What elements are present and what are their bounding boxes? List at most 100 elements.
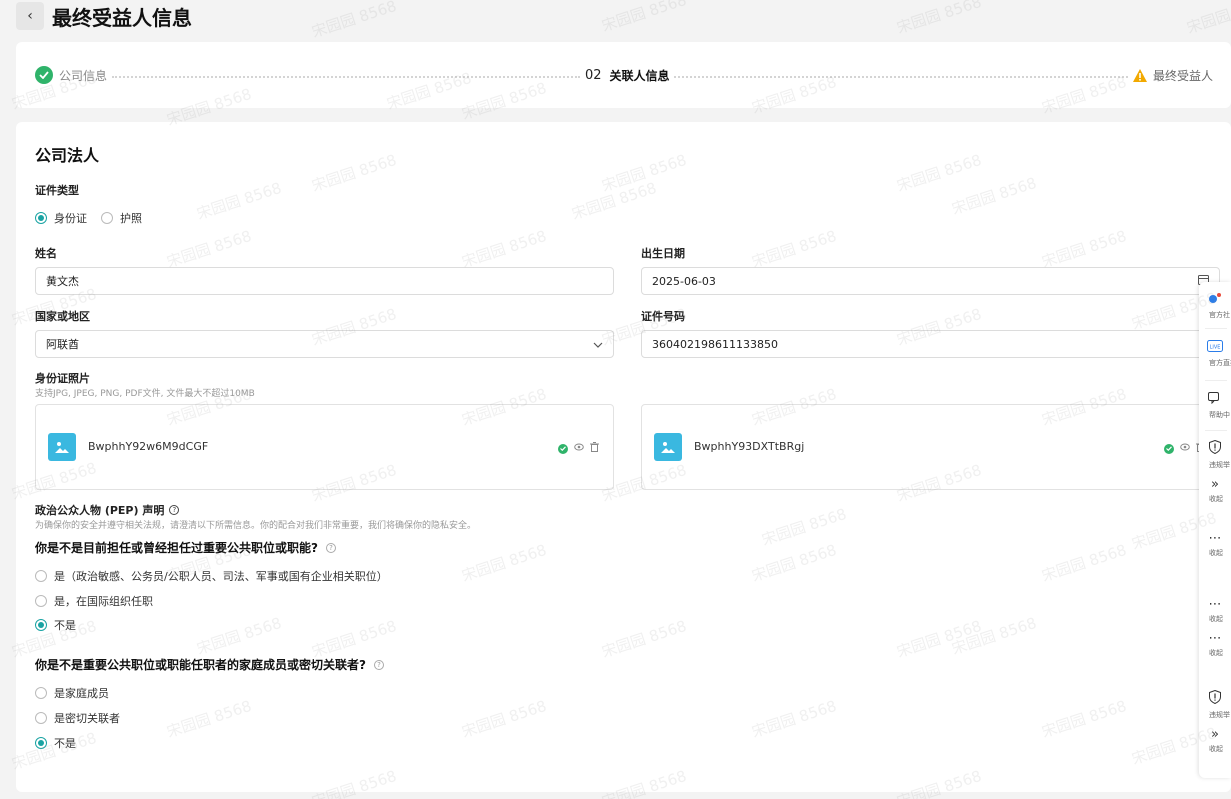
pep-q2-option-associate[interactable]: 是密切关联者	[35, 710, 120, 726]
success-icon	[1164, 443, 1174, 454]
pep-q1-option-yes-intl[interactable]: 是，在国际组织任职	[35, 593, 153, 609]
pep-q2-option-family[interactable]: 是家庭成员	[35, 685, 109, 701]
step-beneficial-owner[interactable]: 最终受益人	[1133, 67, 1213, 84]
step-label: 公司信息	[59, 68, 108, 83]
side-item-label: 帮助中	[1209, 411, 1230, 419]
country-label: 国家或地区	[35, 310, 90, 323]
step-number: 02	[585, 68, 602, 83]
help-icon[interactable]: ?	[325, 542, 336, 553]
file-name: BwphhY93DXTtBRgj	[694, 440, 805, 453]
side-item-live[interactable]: LIVE 官方直播	[1199, 340, 1231, 368]
option-label: 身份证	[54, 212, 87, 225]
side-item-collapse[interactable]: » 收起	[1199, 728, 1231, 754]
radio-checked-icon	[35, 737, 47, 749]
page-title: 最终受益人信息	[52, 5, 192, 30]
radio-icon	[35, 687, 47, 699]
trash-icon[interactable]	[590, 442, 599, 455]
eye-icon[interactable]	[1180, 443, 1190, 454]
file-name: BwphhY92w6M9dCGF	[88, 440, 209, 453]
country-select[interactable]: 阿联酋	[35, 330, 614, 358]
option-label: 是家庭成员	[54, 687, 109, 700]
watermark: 宋园园 8568	[1184, 0, 1231, 38]
collapse-icon: »	[1211, 727, 1219, 742]
shield-icon	[1209, 439, 1221, 458]
section-title: 公司法人	[35, 146, 100, 165]
option-label: 不是	[54, 619, 76, 632]
back-icon: ‹	[27, 8, 33, 24]
side-item-collapse[interactable]: » 收起	[1199, 478, 1231, 504]
option-label: 是，在国际组织任职	[54, 595, 153, 608]
id-photo-upload-front[interactable]: BwphhY92w6M9dCGF	[35, 404, 614, 490]
pep-q1-option-yes-official[interactable]: 是（政治敏感、公务员/公职人员、司法、军事或国有企业相关职位）	[35, 568, 388, 584]
step-label: 最终受益人	[1153, 69, 1214, 83]
side-item-more[interactable]: ⋯ 收起	[1199, 532, 1231, 558]
help-icon[interactable]: ?	[373, 659, 384, 670]
floating-side-panel: 官方社 LIVE 官方直播 帮助中 违规举 » 收起 ⋯ 收起 ⋯ 收起 ⋯ 收…	[1199, 282, 1231, 778]
help-icon[interactable]: ?	[169, 505, 180, 515]
side-item-label: 违规举	[1209, 461, 1230, 469]
side-item-official-social[interactable]: 官方社	[1199, 292, 1231, 320]
side-item-label: 收起	[1209, 745, 1223, 753]
pep-question-2: 你是不是重要公共职位或职能任职者的家庭成员或密切关联者? ?	[35, 656, 384, 673]
pep-label: 政治公众人物 (PEP) 声明 ?	[35, 502, 180, 518]
more-icon: ⋯	[1208, 597, 1222, 612]
id-photo-upload-back[interactable]: BwphhY93DXTtBRgj	[641, 404, 1220, 490]
live-icon: LIVE	[1207, 340, 1223, 356]
image-icon	[48, 433, 76, 461]
birth-date-field[interactable]: 2025-06-03	[641, 267, 1220, 295]
page-header: ‹ 最终受益人信息	[16, 0, 192, 32]
id-type-label: 证件类型	[35, 184, 79, 197]
pep-label-text: 政治公众人物 (PEP) 声明	[35, 504, 165, 517]
pep-question-1: 你是不是目前担任或曾经担任过重要公共职位或职能? ?	[35, 539, 336, 556]
side-item-label: 收起	[1209, 495, 1223, 503]
id-type-option-idcard[interactable]: 身份证	[35, 210, 87, 226]
side-item-label: 收起	[1209, 549, 1223, 557]
watermark: 宋园园 8568	[309, 0, 399, 42]
radio-checked-icon	[35, 212, 47, 224]
radio-icon	[35, 595, 47, 607]
progress-steps: 公司信息 02 关联人信息 最终受益人	[16, 42, 1231, 108]
id-number-value: 360402198611133850	[652, 337, 778, 351]
name-field[interactable]: 黄文杰	[35, 267, 614, 295]
side-item-help[interactable]: 帮助中	[1199, 392, 1231, 420]
id-number-field[interactable]: 360402198611133850	[641, 330, 1220, 358]
pep-q1-option-no[interactable]: 不是	[35, 617, 76, 633]
eye-icon[interactable]	[574, 443, 584, 454]
name-label: 姓名	[35, 247, 57, 260]
step-company-info[interactable]: 公司信息	[35, 66, 107, 84]
divider	[1205, 430, 1227, 431]
side-item-label: 收起	[1209, 615, 1223, 623]
id-type-option-passport[interactable]: 护照	[101, 210, 142, 226]
back-button[interactable]: ‹	[16, 2, 44, 30]
side-item-more[interactable]: ⋯ 收起	[1199, 598, 1231, 624]
side-item-report[interactable]: 违规举	[1199, 439, 1231, 470]
option-label: 护照	[120, 212, 142, 225]
divider	[1205, 328, 1227, 329]
chat-icon	[1208, 392, 1222, 408]
more-icon: ⋯	[1208, 531, 1222, 546]
radio-checked-icon	[35, 619, 47, 631]
collapse-icon: »	[1211, 477, 1219, 492]
side-item-report[interactable]: 违规举	[1199, 689, 1231, 720]
question-text: 你是不是重要公共职位或职能任职者的家庭成员或密切关联者?	[35, 658, 366, 672]
id-number-label: 证件号码	[641, 310, 685, 323]
option-label: 是密切关联者	[54, 712, 120, 725]
step-label: 关联人信息	[609, 69, 670, 83]
side-item-label: 官方社	[1209, 311, 1230, 319]
check-circle-icon	[35, 66, 53, 84]
country-value: 阿联酋	[46, 338, 79, 351]
id-photo-label: 身份证照片	[35, 372, 90, 385]
side-item-label: 收起	[1209, 649, 1223, 657]
step-connector	[674, 76, 1128, 78]
social-icon	[1208, 292, 1222, 308]
chevron-down-icon	[593, 337, 603, 351]
radio-icon	[35, 570, 47, 582]
watermark: 宋园园 8568	[599, 0, 689, 36]
pep-q2-option-no[interactable]: 不是	[35, 735, 76, 751]
side-item-more[interactable]: ⋯ 收起	[1199, 632, 1231, 658]
form-card: 公司法人 证件类型 身份证 护照 姓名 黄文杰 出生日期 2025-06-03 …	[16, 122, 1231, 792]
step-related-persons[interactable]: 02 关联人信息	[585, 67, 670, 84]
side-item-label: 违规举	[1209, 711, 1230, 719]
birth-date-value: 2025-06-03	[652, 274, 716, 288]
image-icon	[654, 433, 682, 461]
